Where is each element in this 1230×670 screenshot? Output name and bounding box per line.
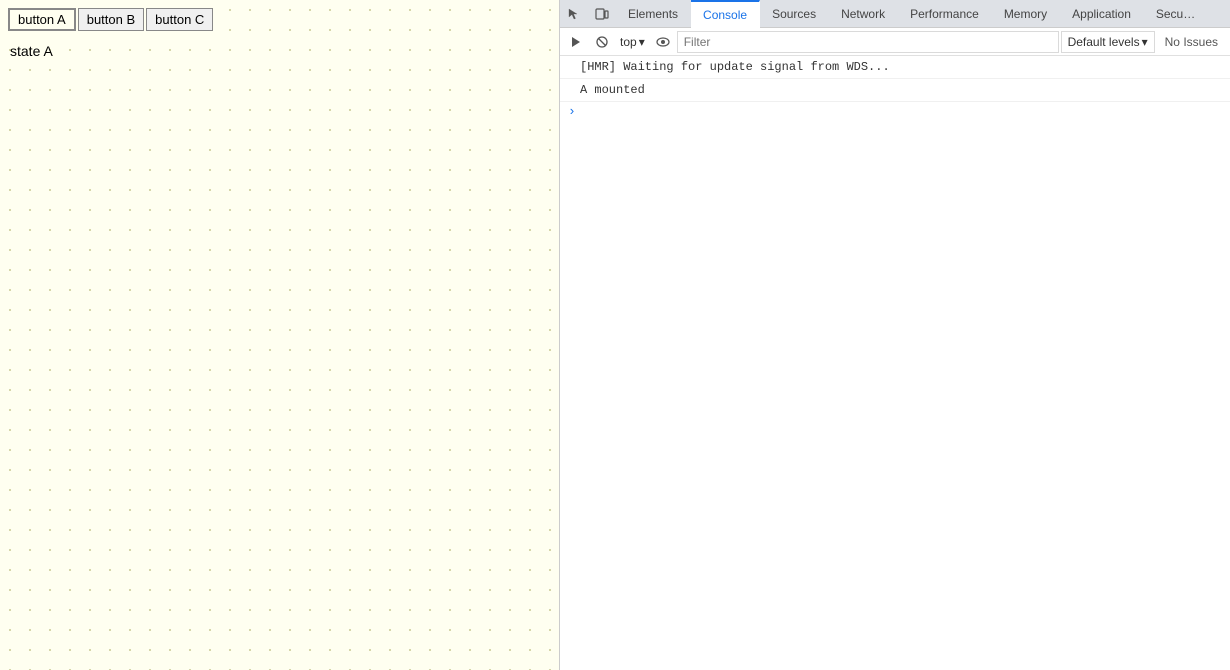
default-levels-arrow-icon: ▾ (1142, 35, 1148, 49)
app-panel: button A button B button C state A (0, 0, 560, 670)
tab-network[interactable]: Network (829, 0, 898, 28)
default-levels-button[interactable]: Default levels ▾ (1061, 31, 1155, 53)
tab-console[interactable]: Console (691, 0, 760, 28)
console-line-hmr: [HMR] Waiting for update signal from WDS… (560, 56, 1230, 79)
context-label: top (620, 35, 637, 49)
console-output: [HMR] Waiting for update signal from WDS… (560, 56, 1230, 670)
console-prompt[interactable]: › (560, 102, 1230, 121)
tab-performance[interactable]: Performance (898, 0, 992, 28)
tab-elements[interactable]: Elements (616, 0, 691, 28)
clear-console-icon[interactable] (590, 30, 614, 54)
button-a[interactable]: button A (8, 8, 76, 31)
context-dropdown-icon: ▾ (639, 35, 645, 49)
tab-application[interactable]: Application (1060, 0, 1144, 28)
button-c[interactable]: button C (146, 8, 213, 31)
button-row: button A button B button C (8, 8, 551, 31)
tab-sources[interactable]: Sources (760, 0, 829, 28)
button-b[interactable]: button B (78, 8, 144, 31)
tab-security[interactable]: Secu… (1144, 0, 1208, 28)
console-line-mounted: A mounted (560, 79, 1230, 102)
context-selector[interactable]: top ▾ (616, 33, 649, 51)
eye-icon[interactable] (651, 30, 675, 54)
no-issues-badge: No Issues (1157, 33, 1226, 51)
state-display: state A (10, 43, 551, 59)
devtools-panel: Elements Console Sources Network Perform… (560, 0, 1230, 670)
devtools-tab-bar: Elements Console Sources Network Perform… (560, 0, 1230, 28)
default-levels-label: Default levels (1068, 35, 1140, 49)
console-toolbar: top ▾ Default levels ▾ No Issues (560, 28, 1230, 56)
tab-memory[interactable]: Memory (992, 0, 1060, 28)
filter-input[interactable] (677, 31, 1059, 53)
play-icon[interactable] (564, 30, 588, 54)
device-icon[interactable] (588, 0, 616, 28)
inspect-icon[interactable] (560, 0, 588, 28)
prompt-arrow-icon: › (568, 104, 576, 119)
